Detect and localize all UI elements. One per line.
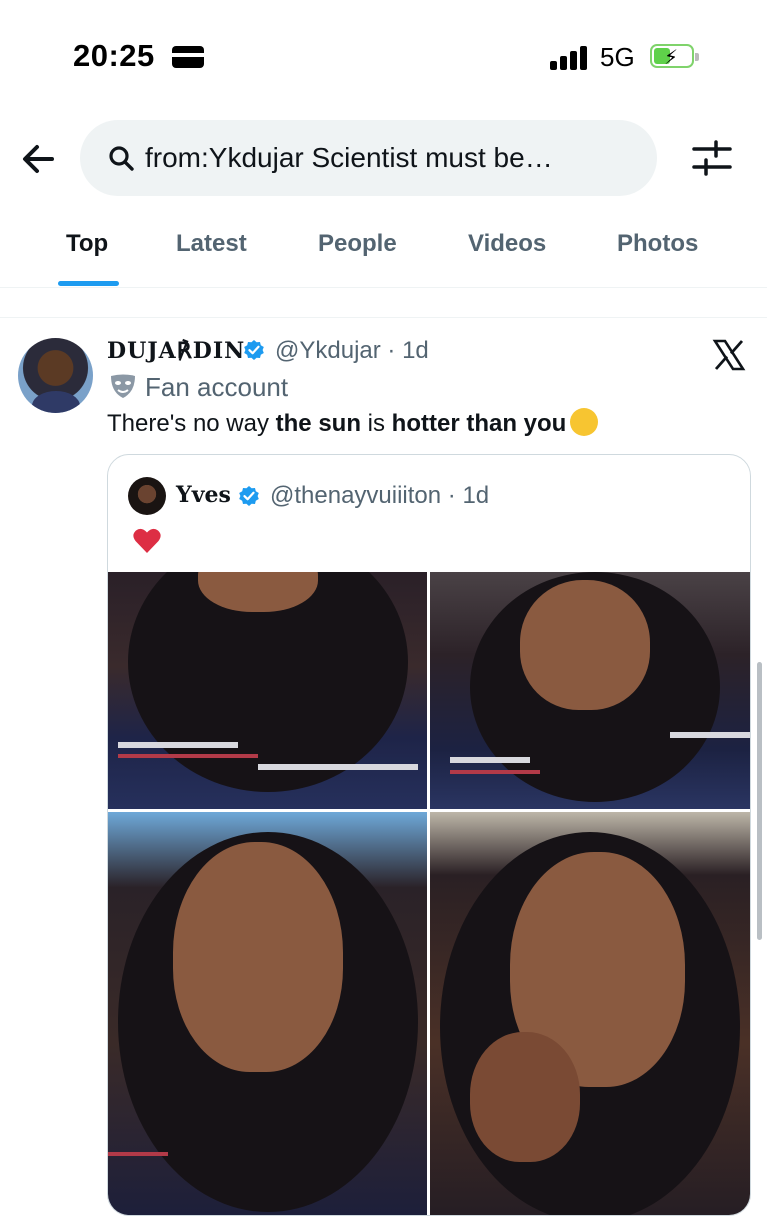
- search-filter-button[interactable]: [690, 139, 734, 177]
- tweet-text-part: There's no way: [107, 410, 276, 437]
- battery-charging-icon: ⚡: [650, 44, 699, 69]
- quoted-tweet[interactable]: Yves @thenayvuiiiton · 1d: [107, 454, 751, 1216]
- verified-badge-icon: [239, 486, 259, 506]
- status-bar: 20:25 5G ⚡: [0, 0, 767, 110]
- search-query: from:Ykdujar Scientist must be…: [145, 142, 553, 173]
- wallet-card-icon: [172, 46, 204, 68]
- back-button[interactable]: [18, 138, 60, 180]
- network-type: 5G: [600, 42, 635, 72]
- scrollbar[interactable]: [757, 662, 762, 940]
- quoted-avatar[interactable]: [128, 477, 166, 515]
- tweet-text: There's no way the sun is hotter than yo…: [107, 408, 599, 438]
- x-logo-icon: [712, 339, 746, 371]
- melting-face-emoji-icon: [570, 408, 599, 436]
- tweet-text-bold: hotter than you: [391, 410, 567, 437]
- search-icon: [109, 146, 134, 171]
- search-tabs: Top Latest People Videos Photos: [0, 215, 767, 288]
- search-input[interactable]: from:Ykdujar Scientist must be…: [80, 120, 657, 196]
- author-handle-time: @Ykdujar · 1d: [275, 337, 429, 364]
- previous-tweet-action-bar: [0, 287, 767, 318]
- clock: 20:25: [73, 38, 155, 73]
- theater-mask-icon: [111, 374, 135, 398]
- photo-3[interactable]: [108, 812, 427, 1215]
- tab-top[interactable]: Top: [66, 230, 108, 258]
- author-display-name[interactable]: DUJA℟DIN: [107, 338, 245, 364]
- tab-latest[interactable]: Latest: [176, 230, 247, 258]
- tweet-text-bold: the sun: [275, 410, 361, 437]
- active-tab-indicator: [58, 281, 119, 286]
- quoted-handle-time: @thenayvuiiiton · 1d: [270, 482, 490, 509]
- red-heart-emoji-icon: [133, 528, 161, 553]
- arrow-left-icon: [23, 145, 54, 173]
- photo-grid: [108, 572, 750, 1215]
- photo-1[interactable]: [108, 572, 427, 809]
- sliders-icon: [692, 140, 732, 176]
- photo-4[interactable]: [430, 812, 750, 1215]
- tweet-text-part: is: [361, 410, 392, 437]
- signal-strength-icon: [550, 46, 590, 70]
- tab-photos[interactable]: Photos: [617, 230, 698, 258]
- avatar[interactable]: [18, 338, 93, 413]
- quoted-display-name: Yves: [176, 482, 231, 508]
- fan-account-text: Fan account: [145, 372, 289, 402]
- tab-videos[interactable]: Videos: [468, 230, 546, 258]
- photo-2[interactable]: [430, 572, 750, 809]
- tab-people[interactable]: People: [318, 230, 397, 258]
- verified-badge-icon: [244, 340, 264, 360]
